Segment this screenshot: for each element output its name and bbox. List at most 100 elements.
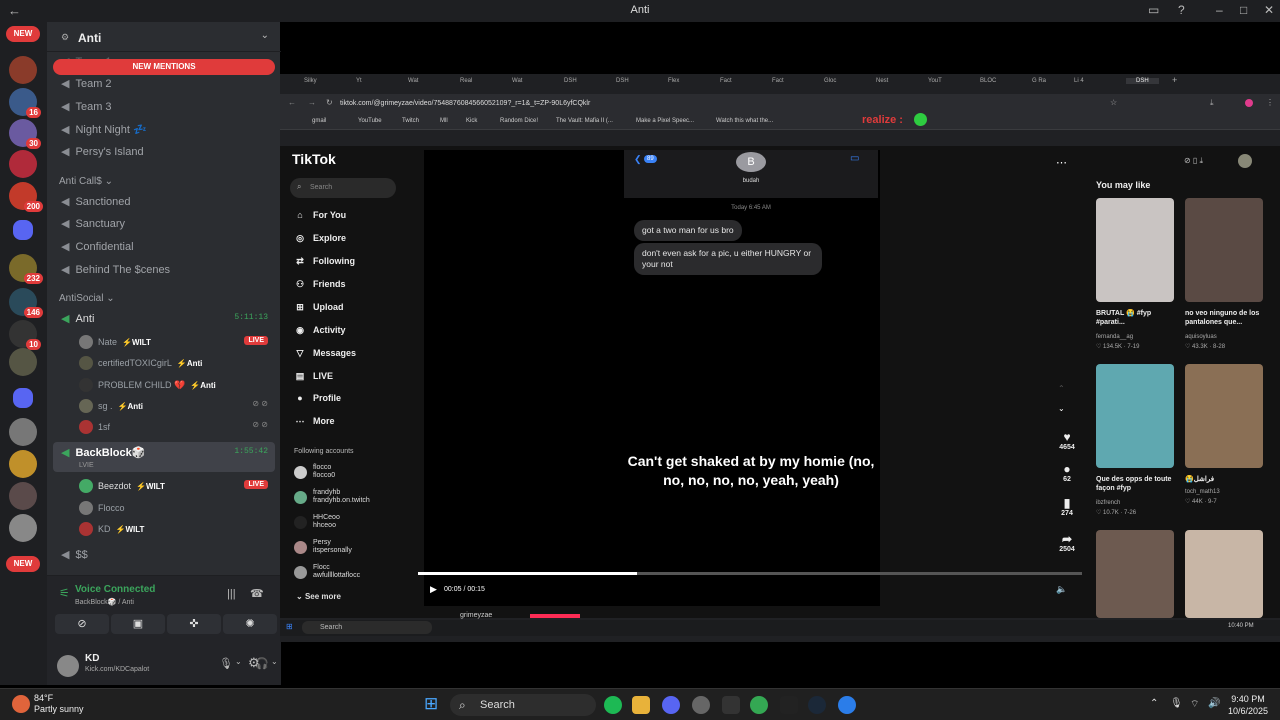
channel-team-2[interactable]: ◀ Team 2	[61, 77, 112, 91]
browser-tab[interactable]: Wat	[408, 78, 418, 84]
following-account[interactable]: HHCeoo hhceoo	[294, 514, 340, 530]
recommended-author[interactable]: aquisoyluas	[1185, 333, 1265, 341]
steam-icon[interactable]	[808, 696, 826, 714]
bookmark-link[interactable]: Kick	[466, 118, 477, 124]
server-header[interactable]: ⚙ Anti ⌄	[47, 22, 281, 52]
nav-following[interactable]: ⇄ Following	[294, 255, 355, 267]
bookmark-link[interactable]: Make a Pixel Speec...	[636, 118, 694, 124]
voice-user[interactable]: KD ⚡WILT	[79, 522, 144, 536]
nav-for-you[interactable]: ⌂ For You	[294, 209, 346, 221]
server-icon[interactable]: 146	[9, 288, 43, 318]
play-icon[interactable]: ▶	[430, 584, 437, 595]
microphone-icon[interactable]: 🎙	[1170, 698, 1183, 709]
recommended-thumbnail[interactable]	[1185, 364, 1263, 468]
voice-user[interactable]: Beezdot ⚡WILT	[79, 479, 165, 493]
new-unread-pill[interactable]: NEW	[6, 26, 40, 42]
server-icon[interactable]	[9, 150, 37, 178]
bookmark-link[interactable]: Watch this what the...	[716, 118, 773, 124]
recommended-thumbnail[interactable]	[1096, 198, 1174, 302]
browser-tab[interactable]: G Ra	[1032, 78, 1046, 84]
windows-start-icon[interactable]: ⊞	[424, 695, 438, 713]
nav-more[interactable]: ⋯ More	[294, 415, 335, 427]
file-explorer-icon[interactable]	[632, 696, 650, 714]
voice-channel-backblock[interactable]: ◀ BackBlock🎲	[61, 446, 145, 459]
taskbar-search[interactable]: ⌕ Search	[450, 694, 596, 716]
github-icon[interactable]	[692, 696, 710, 714]
browser-tab[interactable]: Nest	[876, 78, 888, 84]
server-icon[interactable]	[9, 418, 37, 446]
recommended-caption[interactable]: no veo ninguno de los pantalones que...	[1185, 309, 1265, 327]
recommended-thumbnail[interactable]	[1185, 530, 1263, 618]
screen-share-button[interactable]: ▣	[111, 614, 165, 634]
browser-tab[interactable]: Flex	[668, 78, 679, 84]
server-icon[interactable]	[9, 450, 37, 478]
recommended-thumbnail[interactable]	[1096, 364, 1174, 468]
noise-suppression-icon[interactable]: |||	[227, 588, 236, 600]
avatar[interactable]	[57, 655, 79, 677]
folder-icon[interactable]	[13, 220, 33, 240]
volume-icon[interactable]: 🔈	[1056, 584, 1067, 595]
server-icon-windy-city[interactable]	[9, 56, 37, 84]
nav-messages[interactable]: ▽ Messages	[294, 347, 357, 359]
voice-status[interactable]: Voice Connected	[75, 584, 155, 595]
download-icon[interactable]: ⤓	[1210, 98, 1214, 108]
forward-arrow-icon[interactable]: →	[308, 98, 316, 107]
weather-widget[interactable]: 84°F Partly sunny	[34, 693, 84, 715]
spotify-icon[interactable]	[604, 696, 622, 714]
browser-tab-active[interactable]: DSH	[1126, 78, 1159, 84]
see-more-link[interactable]: ⌄ See more	[296, 592, 341, 601]
bookmark-star-icon[interactable]: ☆	[1110, 98, 1117, 107]
browser-tab[interactable]: Fact	[720, 78, 732, 84]
reload-icon[interactable]: ↻	[326, 98, 333, 107]
voice-channel-anti[interactable]: ◀ Anti	[61, 312, 94, 326]
chevron-down-icon[interactable]: ⌄	[235, 657, 242, 666]
chevron-down-icon[interactable]: ⌄	[271, 657, 278, 666]
bookmark-link[interactable]: gmail	[312, 118, 326, 124]
recommended-author[interactable]: toch_math13	[1185, 488, 1265, 496]
browser-tab[interactable]: YouT	[928, 78, 942, 84]
browser-menu-icon[interactable]: ⋮	[1266, 98, 1274, 107]
following-account[interactable]: Flocc awfullllottaflocc	[294, 564, 360, 580]
next-video-icon[interactable]: ⌄	[1058, 404, 1065, 413]
browser-tab[interactable]: DSH	[564, 78, 577, 84]
microphone-icon[interactable]: 🎙	[219, 657, 233, 670]
nav-activity[interactable]: ◉ Activity	[294, 324, 345, 336]
maximize-icon[interactable]: □	[1240, 3, 1247, 17]
browser-tab[interactable]: Silky	[304, 78, 317, 84]
browser-tab[interactable]: BLOC	[980, 78, 996, 84]
voice-user[interactable]: certifiedTOXICgirL ⚡Anti	[79, 356, 202, 370]
recommended-thumbnail[interactable]	[1096, 530, 1174, 618]
wifi-icon[interactable]: ⌔	[1190, 698, 1199, 711]
recommended-author[interactable]: fernanda__ag	[1096, 333, 1176, 341]
tray-chevron-up-icon[interactable]: ⌃	[1150, 698, 1158, 709]
bookmark-link[interactable]: Random Dice!	[500, 118, 538, 124]
prev-video-icon[interactable]: ⌃	[1058, 384, 1065, 393]
browser-tab[interactable]: Wat	[512, 78, 522, 84]
nav-profile[interactable]: ● Profile	[294, 392, 341, 404]
browser-tab[interactable]: Real	[460, 78, 472, 84]
channel-persys-island[interactable]: ◀ Persy's Island	[61, 145, 144, 159]
nav-upload[interactable]: ⊞ Upload	[294, 301, 343, 313]
browser-tab[interactable]: Li 4	[1074, 78, 1084, 84]
following-account[interactable]: Persy itspersonally	[294, 539, 352, 555]
folder-icon[interactable]	[13, 388, 33, 408]
server-icon[interactable]: 30	[9, 119, 41, 149]
chevron-down-icon[interactable]: ⌄	[261, 30, 269, 41]
more-options-icon[interactable]: ⋯	[1056, 156, 1067, 169]
browser-tab[interactable]: Gloc	[824, 78, 836, 84]
recommended-caption[interactable]: Que des opps de toute façon #fyp	[1096, 475, 1176, 493]
bookmark-link[interactable]: Twitch	[402, 118, 419, 124]
avatar[interactable]	[1238, 154, 1252, 168]
app-icon[interactable]	[838, 696, 856, 714]
close-icon[interactable]: ✕	[1264, 3, 1274, 17]
soundboard-button[interactable]: ✺	[223, 614, 277, 634]
chrome-icon[interactable]	[750, 696, 768, 714]
activities-button[interactable]: ✜	[167, 614, 221, 634]
app-icon[interactable]	[780, 696, 798, 714]
settings-gear-icon[interactable]: ⚙	[248, 655, 260, 671]
bookmark-link[interactable]: Mll	[440, 118, 448, 124]
browser-tab[interactable]: Yt	[356, 78, 362, 84]
category-antisocial[interactable]: AntiSocial ⌄	[59, 293, 115, 304]
following-account[interactable]: flocco flocco0	[294, 464, 335, 480]
server-icon[interactable]	[9, 482, 37, 510]
